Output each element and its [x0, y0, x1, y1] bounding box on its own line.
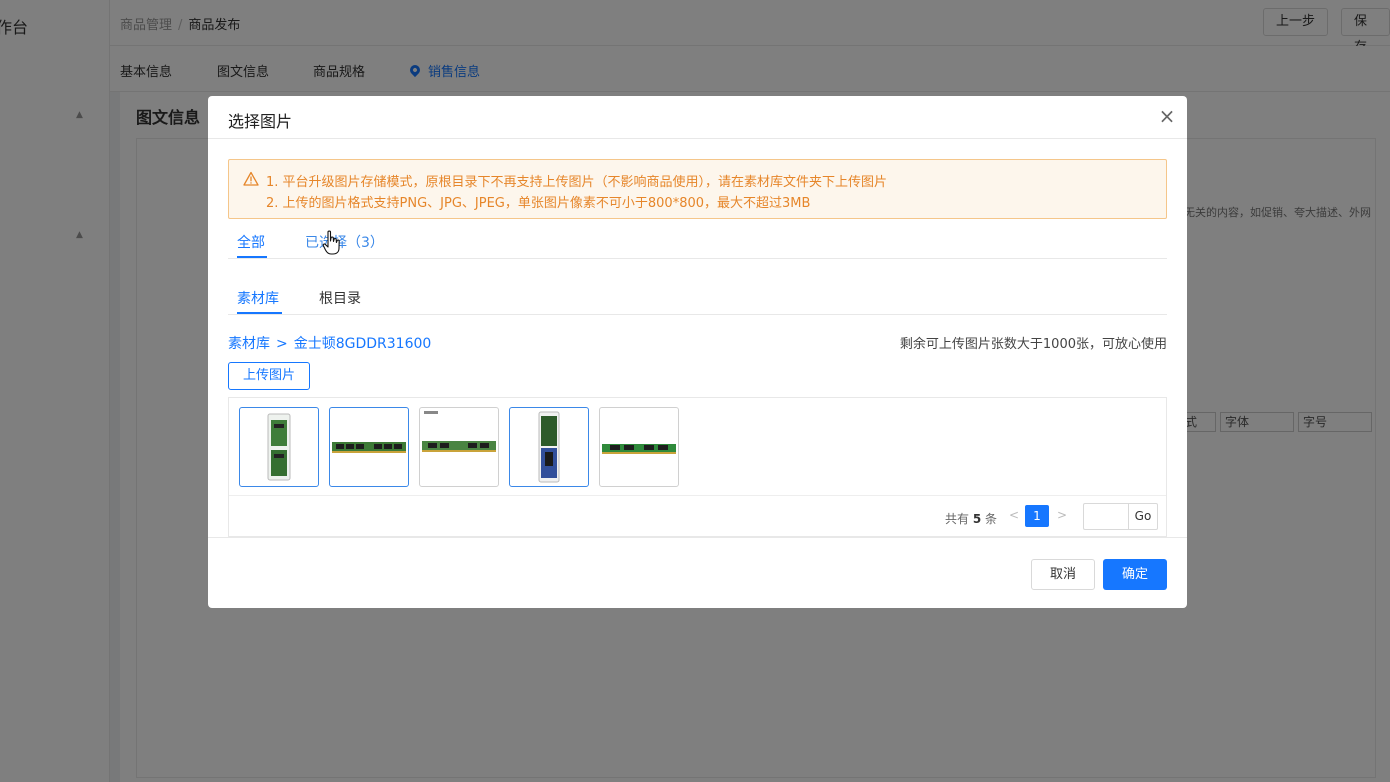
- path-root-link[interactable]: 素材库: [228, 336, 270, 352]
- image-library: 共有 5 条 < 1 > Go: [228, 397, 1167, 537]
- hand-cursor-icon: [322, 230, 340, 255]
- chevron-left-icon[interactable]: <: [1009, 508, 1019, 522]
- image-thumbnail[interactable]: [419, 407, 499, 487]
- chevron-right-icon[interactable]: >: [1057, 508, 1067, 522]
- remaining-quota-text: 剩余可上传图片张数大于1000张，可放心使用: [899, 337, 1167, 352]
- ram-stick-image: [332, 442, 406, 453]
- ram-package-image: [267, 413, 291, 481]
- tab-selected[interactable]: 已选择（3）: [305, 232, 384, 258]
- dialog-header: 选择图片 ×: [208, 96, 1187, 139]
- alert-line-1: 1. 平台升级图片存储模式，原根目录下不再支持上传图片（不影响商品使用），请在素…: [266, 175, 888, 190]
- dialog-footer: 取消 确定: [208, 537, 1187, 608]
- total-suffix: 条: [985, 512, 998, 526]
- ram-stick-branded-image: [422, 411, 496, 452]
- image-thumbnail[interactable]: [509, 407, 589, 487]
- page-number-button[interactable]: 1: [1025, 505, 1049, 527]
- folder-breadcrumb: 素材库 > 金士顿8GDDR31600: [228, 336, 431, 352]
- warning-icon: [243, 171, 259, 186]
- tab-all[interactable]: 全部: [237, 232, 267, 258]
- ram-stick-green-image: [602, 444, 676, 454]
- select-image-dialog: 选择图片 × 1. 平台升级图片存储模式，原根目录下不再支持上传图片（不影响商品…: [208, 96, 1187, 608]
- image-thumbnail[interactable]: [239, 407, 319, 487]
- warning-alert: 1. 平台升级图片存储模式，原根目录下不再支持上传图片（不影响商品使用），请在素…: [228, 159, 1167, 219]
- image-thumbnail[interactable]: [329, 407, 409, 487]
- pagination-total: 共有 5 条: [945, 510, 997, 527]
- ram-package-blue-image: [538, 411, 560, 483]
- total-prefix: 共有: [945, 512, 970, 526]
- close-icon[interactable]: ×: [1157, 106, 1177, 126]
- tab-root-directory[interactable]: 根目录: [319, 288, 361, 314]
- path-separator: >: [276, 336, 288, 352]
- pagination: 共有 5 条 < 1 > Go: [229, 495, 1166, 537]
- folder-path-row: 素材库 > 金士顿8GDDR31600 剩余可上传图片张数大于1000张，可放心使用: [228, 333, 1167, 352]
- page-go-button[interactable]: Go: [1128, 503, 1158, 530]
- filter-tabs: 全部 已选择（3）: [228, 232, 1167, 259]
- confirm-button[interactable]: 确定: [1103, 559, 1167, 590]
- path-folder[interactable]: 金士顿8GDDR31600: [294, 336, 432, 352]
- page-jump-input[interactable]: [1083, 503, 1129, 530]
- dialog-title: 选择图片: [228, 112, 293, 131]
- alert-line-2: 2. 上传的图片格式支持PNG、JPG、JPEG，单张图片像素不可小于800*8…: [266, 196, 811, 211]
- cancel-button[interactable]: 取消: [1031, 559, 1095, 590]
- upload-image-button[interactable]: 上传图片: [228, 362, 310, 390]
- source-tabs: 素材库 根目录: [228, 288, 1167, 315]
- total-count: 5: [972, 512, 982, 526]
- tab-material-library[interactable]: 素材库: [237, 288, 282, 314]
- image-thumbnail[interactable]: [599, 407, 679, 487]
